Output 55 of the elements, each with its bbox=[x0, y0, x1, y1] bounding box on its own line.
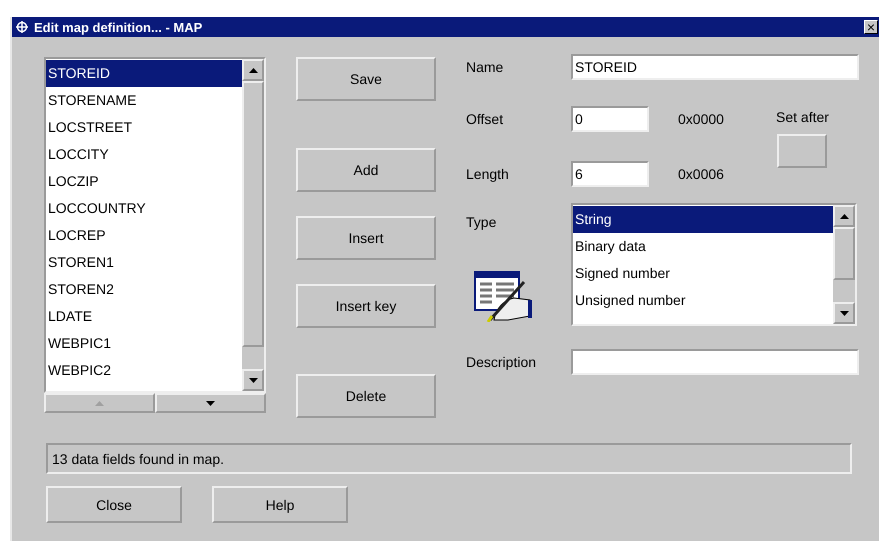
hex-value: 0x0000 bbox=[678, 111, 724, 127]
length-field[interactable]: 6 bbox=[571, 161, 649, 187]
caret-up-icon bbox=[95, 400, 104, 406]
close-button[interactable]: × bbox=[864, 20, 878, 34]
list-item[interactable]: Signed number bbox=[573, 260, 833, 287]
caret-up-icon bbox=[248, 68, 258, 72]
scrollbar-thumb[interactable] bbox=[833, 227, 855, 280]
list-item[interactable]: STOREID bbox=[46, 60, 242, 87]
window-title: Edit map definition... - MAP bbox=[34, 20, 204, 34]
caret-down-icon bbox=[206, 400, 215, 406]
compass-icon bbox=[16, 21, 28, 33]
scroll-down-button[interactable] bbox=[833, 302, 855, 324]
scrollbar-thumb[interactable] bbox=[242, 81, 264, 347]
field-label: Type bbox=[466, 214, 498, 230]
action-button[interactable]: Save bbox=[296, 57, 436, 101]
action-button[interactable]: Insert key bbox=[296, 284, 436, 328]
scroll-down-button[interactable] bbox=[242, 369, 264, 391]
action-button[interactable]: Delete bbox=[296, 374, 436, 418]
table-edit-icon bbox=[474, 270, 534, 322]
list-item[interactable]: Binary data bbox=[573, 233, 833, 260]
set-after-button[interactable] bbox=[777, 134, 828, 168]
caret-down-icon bbox=[840, 310, 848, 316]
list-item[interactable]: STOREN2 bbox=[46, 276, 242, 303]
list-item[interactable]: LOCZIP bbox=[46, 168, 242, 195]
action-button[interactable]: Add bbox=[296, 148, 436, 192]
list-item[interactable]: LOCCOUNTRY bbox=[46, 195, 242, 222]
list-item[interactable]: STOREN1 bbox=[46, 249, 242, 276]
offset-field[interactable]: 0 bbox=[571, 106, 649, 132]
field-label: Name bbox=[466, 59, 504, 75]
action-button[interactable]: Insert bbox=[296, 216, 436, 260]
list-item[interactable]: LDATE bbox=[46, 303, 242, 330]
name-field[interactable]: STOREID bbox=[571, 54, 859, 80]
list-item[interactable]: String bbox=[573, 206, 833, 233]
field-list[interactable]: STOREID STORENAME LOCSTREET LOCCITY LOCZIP LOCCOUNTRY LOCREP STOREN1 STOREN2 LDATE WEBPIC1 WEBPIC2 bbox=[44, 57, 266, 393]
hex-value: 0x0006 bbox=[678, 166, 724, 182]
list-item[interactable]: LOCCITY bbox=[46, 141, 242, 168]
scroll-up-button[interactable] bbox=[242, 59, 264, 81]
list-item[interactable]: WEBPIC2 bbox=[46, 357, 242, 384]
field-label: Description bbox=[466, 354, 538, 370]
dialog-button[interactable]: Close bbox=[46, 486, 182, 523]
status-bar: 13 data fields found in map. bbox=[46, 443, 852, 474]
description-field[interactable] bbox=[571, 349, 859, 375]
list-item[interactable]: STORENAME bbox=[46, 87, 242, 114]
list-item[interactable]: LOCREP bbox=[46, 222, 242, 249]
caret-down-icon bbox=[248, 378, 258, 382]
scroll-up-button[interactable] bbox=[833, 205, 855, 227]
field-label: Offset bbox=[466, 111, 504, 127]
field-label: Length bbox=[466, 166, 510, 182]
list-item[interactable]: Unsigned number bbox=[573, 287, 833, 314]
dialog-button[interactable]: Help bbox=[212, 486, 348, 523]
set-after-label: Set after bbox=[776, 109, 829, 125]
list-item[interactable]: WEBPIC1 bbox=[46, 330, 242, 357]
type-list[interactable]: String Binary data Signed number Unsigned number bbox=[571, 203, 857, 326]
caret-up-icon bbox=[840, 214, 848, 218]
list-item[interactable]: LOCSTREET bbox=[46, 114, 242, 141]
